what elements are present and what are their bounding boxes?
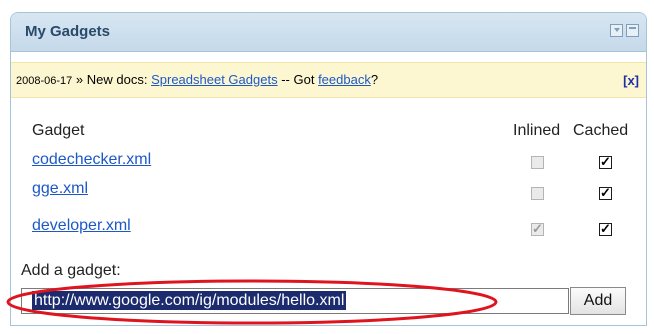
close-news-button[interactable]: [x]: [623, 73, 639, 88]
news-banner: 2008-06-17 » New docs: Spreadsheet Gadge…: [11, 62, 646, 98]
inlined-checkbox-gge: [531, 187, 544, 200]
gadget-link-gge[interactable]: gge.xml: [32, 180, 88, 198]
gadget-url-value: http://www.google.com/ig/modules/hello.x…: [32, 291, 347, 310]
spreadsheet-gadgets-link[interactable]: Spreadsheet Gadgets: [151, 72, 277, 87]
cached-checkbox-gge[interactable]: ✓: [599, 185, 612, 200]
news-text: New docs:: [86, 72, 148, 87]
inlined-checkbox-codechecker: [531, 156, 544, 169]
panel-title: My Gadgets: [25, 23, 111, 40]
cached-checkbox-developer[interactable]: ✓: [599, 221, 612, 236]
news-text-3: ?: [370, 72, 379, 87]
add-button[interactable]: Add: [570, 287, 626, 315]
check-icon: ✓: [600, 221, 611, 236]
collapse-icon[interactable]: [610, 24, 623, 37]
check-icon: ✓: [600, 154, 611, 169]
gadget-column-header: Gadget: [32, 122, 85, 139]
inlined-column-header: Inlined: [513, 122, 561, 139]
check-icon: ✓: [532, 221, 543, 236]
news-separator: »: [75, 72, 84, 87]
gadget-link-codechecker[interactable]: codechecker.xml: [32, 151, 151, 169]
check-icon: ✓: [600, 185, 611, 200]
cached-column-header: Cached: [573, 122, 629, 139]
maximize-icon[interactable]: [626, 24, 639, 37]
gadget-link-developer[interactable]: developer.xml: [32, 217, 131, 235]
news-text-2: -- Got: [281, 72, 315, 87]
inlined-checkbox-developer: ✓: [531, 221, 544, 236]
panel-titlebar: My Gadgets: [11, 13, 646, 52]
gadget-url-input[interactable]: http://www.google.com/ig/modules/hello.x…: [21, 288, 569, 314]
feedback-link[interactable]: feedback: [318, 72, 371, 87]
news-date: 2008-06-17: [16, 75, 73, 87]
add-gadget-label: Add a gadget:: [21, 262, 121, 279]
cached-checkbox-codechecker[interactable]: ✓: [599, 154, 612, 169]
